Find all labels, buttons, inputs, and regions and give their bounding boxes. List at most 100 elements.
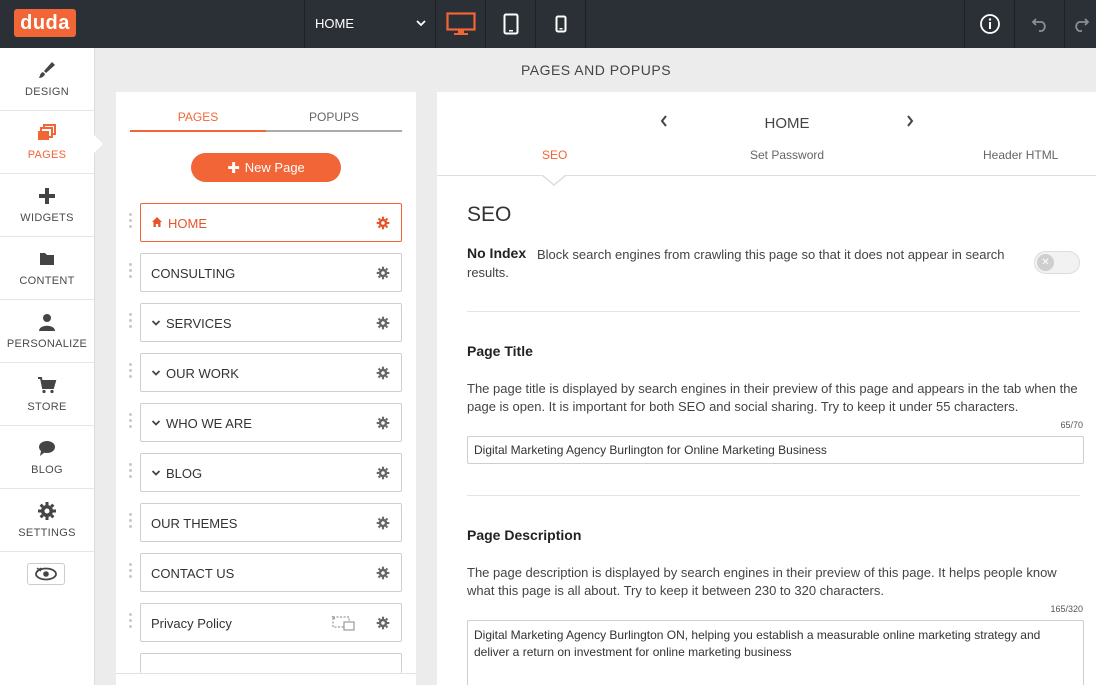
page-name: CONSULTING — [151, 266, 236, 281]
chevron-left-icon[interactable] — [659, 114, 669, 128]
drag-handle[interactable] — [128, 263, 134, 281]
new-page-button[interactable]: ✚ New Page — [191, 153, 341, 182]
mobile-view-button[interactable] — [536, 0, 586, 48]
tab-pages[interactable]: PAGES — [130, 110, 266, 132]
nav-blog-label: BLOG — [31, 464, 63, 476]
nav-design[interactable]: DESIGN — [0, 48, 94, 111]
tab-set-password[interactable]: Set Password — [750, 148, 824, 162]
nav-content-label: CONTENT — [19, 275, 75, 287]
tab-popups[interactable]: POPUPS — [266, 110, 402, 132]
info-button[interactable] — [964, 0, 1014, 48]
plus-icon: ✚ — [227, 159, 240, 177]
page-row-services[interactable]: SERVICES — [140, 303, 402, 342]
info-icon — [979, 14, 1000, 34]
no-index-description: Block search engines from crawling this … — [467, 247, 1005, 280]
redo-button[interactable] — [1064, 0, 1096, 48]
no-index-toggle[interactable]: ✕ — [1034, 251, 1080, 274]
person-icon — [39, 314, 55, 331]
chevron-down-icon[interactable] — [151, 368, 161, 378]
nav-design-label: DESIGN — [25, 86, 69, 98]
nav-content[interactable]: CONTENT — [0, 237, 94, 300]
chevron-down-icon[interactable] — [151, 418, 161, 428]
page-name: CONTACT US — [151, 566, 235, 581]
page-settings-gear-icon[interactable] — [376, 216, 390, 230]
page-title-description: The page title is displayed by search en… — [467, 381, 1078, 414]
nav-store-label: STORE — [27, 401, 67, 413]
page-selector-value: HOME — [315, 16, 354, 31]
undo-button[interactable] — [1014, 0, 1064, 48]
undo-icon — [1031, 18, 1046, 32]
page-settings-gear-icon[interactable] — [376, 366, 390, 380]
drag-handle[interactable] — [128, 563, 134, 581]
drag-handle[interactable] — [128, 363, 134, 381]
page-title-heading: Page Title — [467, 343, 533, 359]
cart-icon — [38, 377, 57, 394]
nav-widgets-label: WIDGETS — [20, 212, 74, 224]
brush-icon — [39, 62, 55, 78]
drag-handle[interactable] — [128, 213, 134, 231]
page-name: SERVICES — [166, 316, 232, 331]
left-navigation: DESIGN PAGES WIDGETS CONTENT PERSONALIZE… — [0, 48, 95, 685]
desktop-view-button[interactable] — [436, 0, 486, 48]
seo-heading: SEO — [467, 203, 512, 226]
page-row-contact-us[interactable]: CONTACT US — [140, 553, 402, 592]
page-description-textarea[interactable]: Digital Marketing Agency Burlington ON, … — [467, 620, 1084, 685]
drag-handle[interactable] — [128, 513, 134, 531]
tablet-view-button[interactable] — [486, 0, 536, 48]
page-row-our-themes[interactable]: OUR THEMES — [140, 503, 402, 542]
tab-header-html[interactable]: Header HTML — [983, 148, 1058, 162]
page-settings-gear-icon[interactable] — [376, 566, 390, 580]
page-row-consulting[interactable]: CONSULTING — [140, 253, 402, 292]
page-settings-gear-icon[interactable] — [376, 516, 390, 530]
page-settings-gear-icon[interactable] — [376, 616, 390, 630]
drag-handle[interactable] — [128, 613, 134, 631]
top-bar: duda HOME — [0, 0, 1096, 48]
new-page-label: New Page — [244, 160, 305, 175]
chevron-down-icon[interactable] — [151, 318, 161, 328]
hide-preview-button[interactable] — [27, 563, 65, 585]
chevron-right-icon[interactable] — [905, 114, 915, 128]
nav-settings-label: SETTINGS — [18, 527, 76, 539]
no-index-title: No Index — [467, 245, 527, 261]
settings-nav: HOME SEO Set Password Header HTML — [437, 92, 1096, 176]
divider — [467, 495, 1080, 496]
drag-handle[interactable] — [128, 463, 134, 481]
nav-pages[interactable]: PAGES — [0, 111, 94, 174]
panel-footer — [116, 673, 416, 685]
nav-widgets[interactable]: WIDGETS — [0, 174, 94, 237]
page-name: OUR THEMES — [151, 516, 238, 531]
nav-blog[interactable]: BLOG — [0, 426, 94, 489]
page-settings-gear-icon[interactable] — [376, 466, 390, 480]
page-title: PAGES AND POPUPS — [520, 62, 672, 78]
eye-slash-icon — [35, 567, 57, 581]
desktop-icon — [445, 12, 476, 35]
page-name: OUR WORK — [166, 366, 239, 381]
tab-seo[interactable]: SEO — [542, 148, 567, 162]
page-title-input[interactable]: Digital Marketing Agency Burlington for … — [467, 436, 1084, 464]
page-row-blog[interactable]: BLOG — [140, 453, 402, 492]
current-page-name: HOME — [764, 115, 810, 132]
drag-handle[interactable] — [128, 413, 134, 431]
nav-settings[interactable]: SETTINGS — [0, 489, 94, 552]
page-selector-dropdown[interactable]: HOME — [304, 0, 436, 48]
page-row-home[interactable]: HOME — [140, 203, 402, 242]
nav-personalize-label: PERSONALIZE — [6, 338, 88, 350]
tab-indicator — [543, 175, 565, 184]
chevron-down-icon[interactable] — [151, 468, 161, 478]
redo-icon — [1074, 18, 1089, 32]
page-settings-gear-icon[interactable] — [376, 416, 390, 430]
drag-handle[interactable] — [128, 313, 134, 331]
page-settings-gear-icon[interactable] — [376, 316, 390, 330]
page-description-heading: Page Description — [467, 527, 582, 543]
nav-personalize[interactable]: PERSONALIZE — [0, 300, 94, 363]
page-name: BLOG — [166, 466, 203, 481]
page-row-privacy-policy[interactable]: Privacy Policy — [140, 603, 402, 642]
nav-store[interactable]: STORE — [0, 363, 94, 426]
page-row-our-work[interactable]: OUR WORK — [140, 353, 402, 392]
toggle-off-icon: ✕ — [1037, 254, 1054, 271]
duda-logo[interactable]: duda — [14, 9, 76, 37]
page-row-who-we-are[interactable]: WHO WE ARE — [140, 403, 402, 442]
pages-icon — [38, 124, 56, 140]
page-settings-gear-icon[interactable] — [376, 266, 390, 280]
page-row-partial[interactable] — [140, 653, 402, 673]
